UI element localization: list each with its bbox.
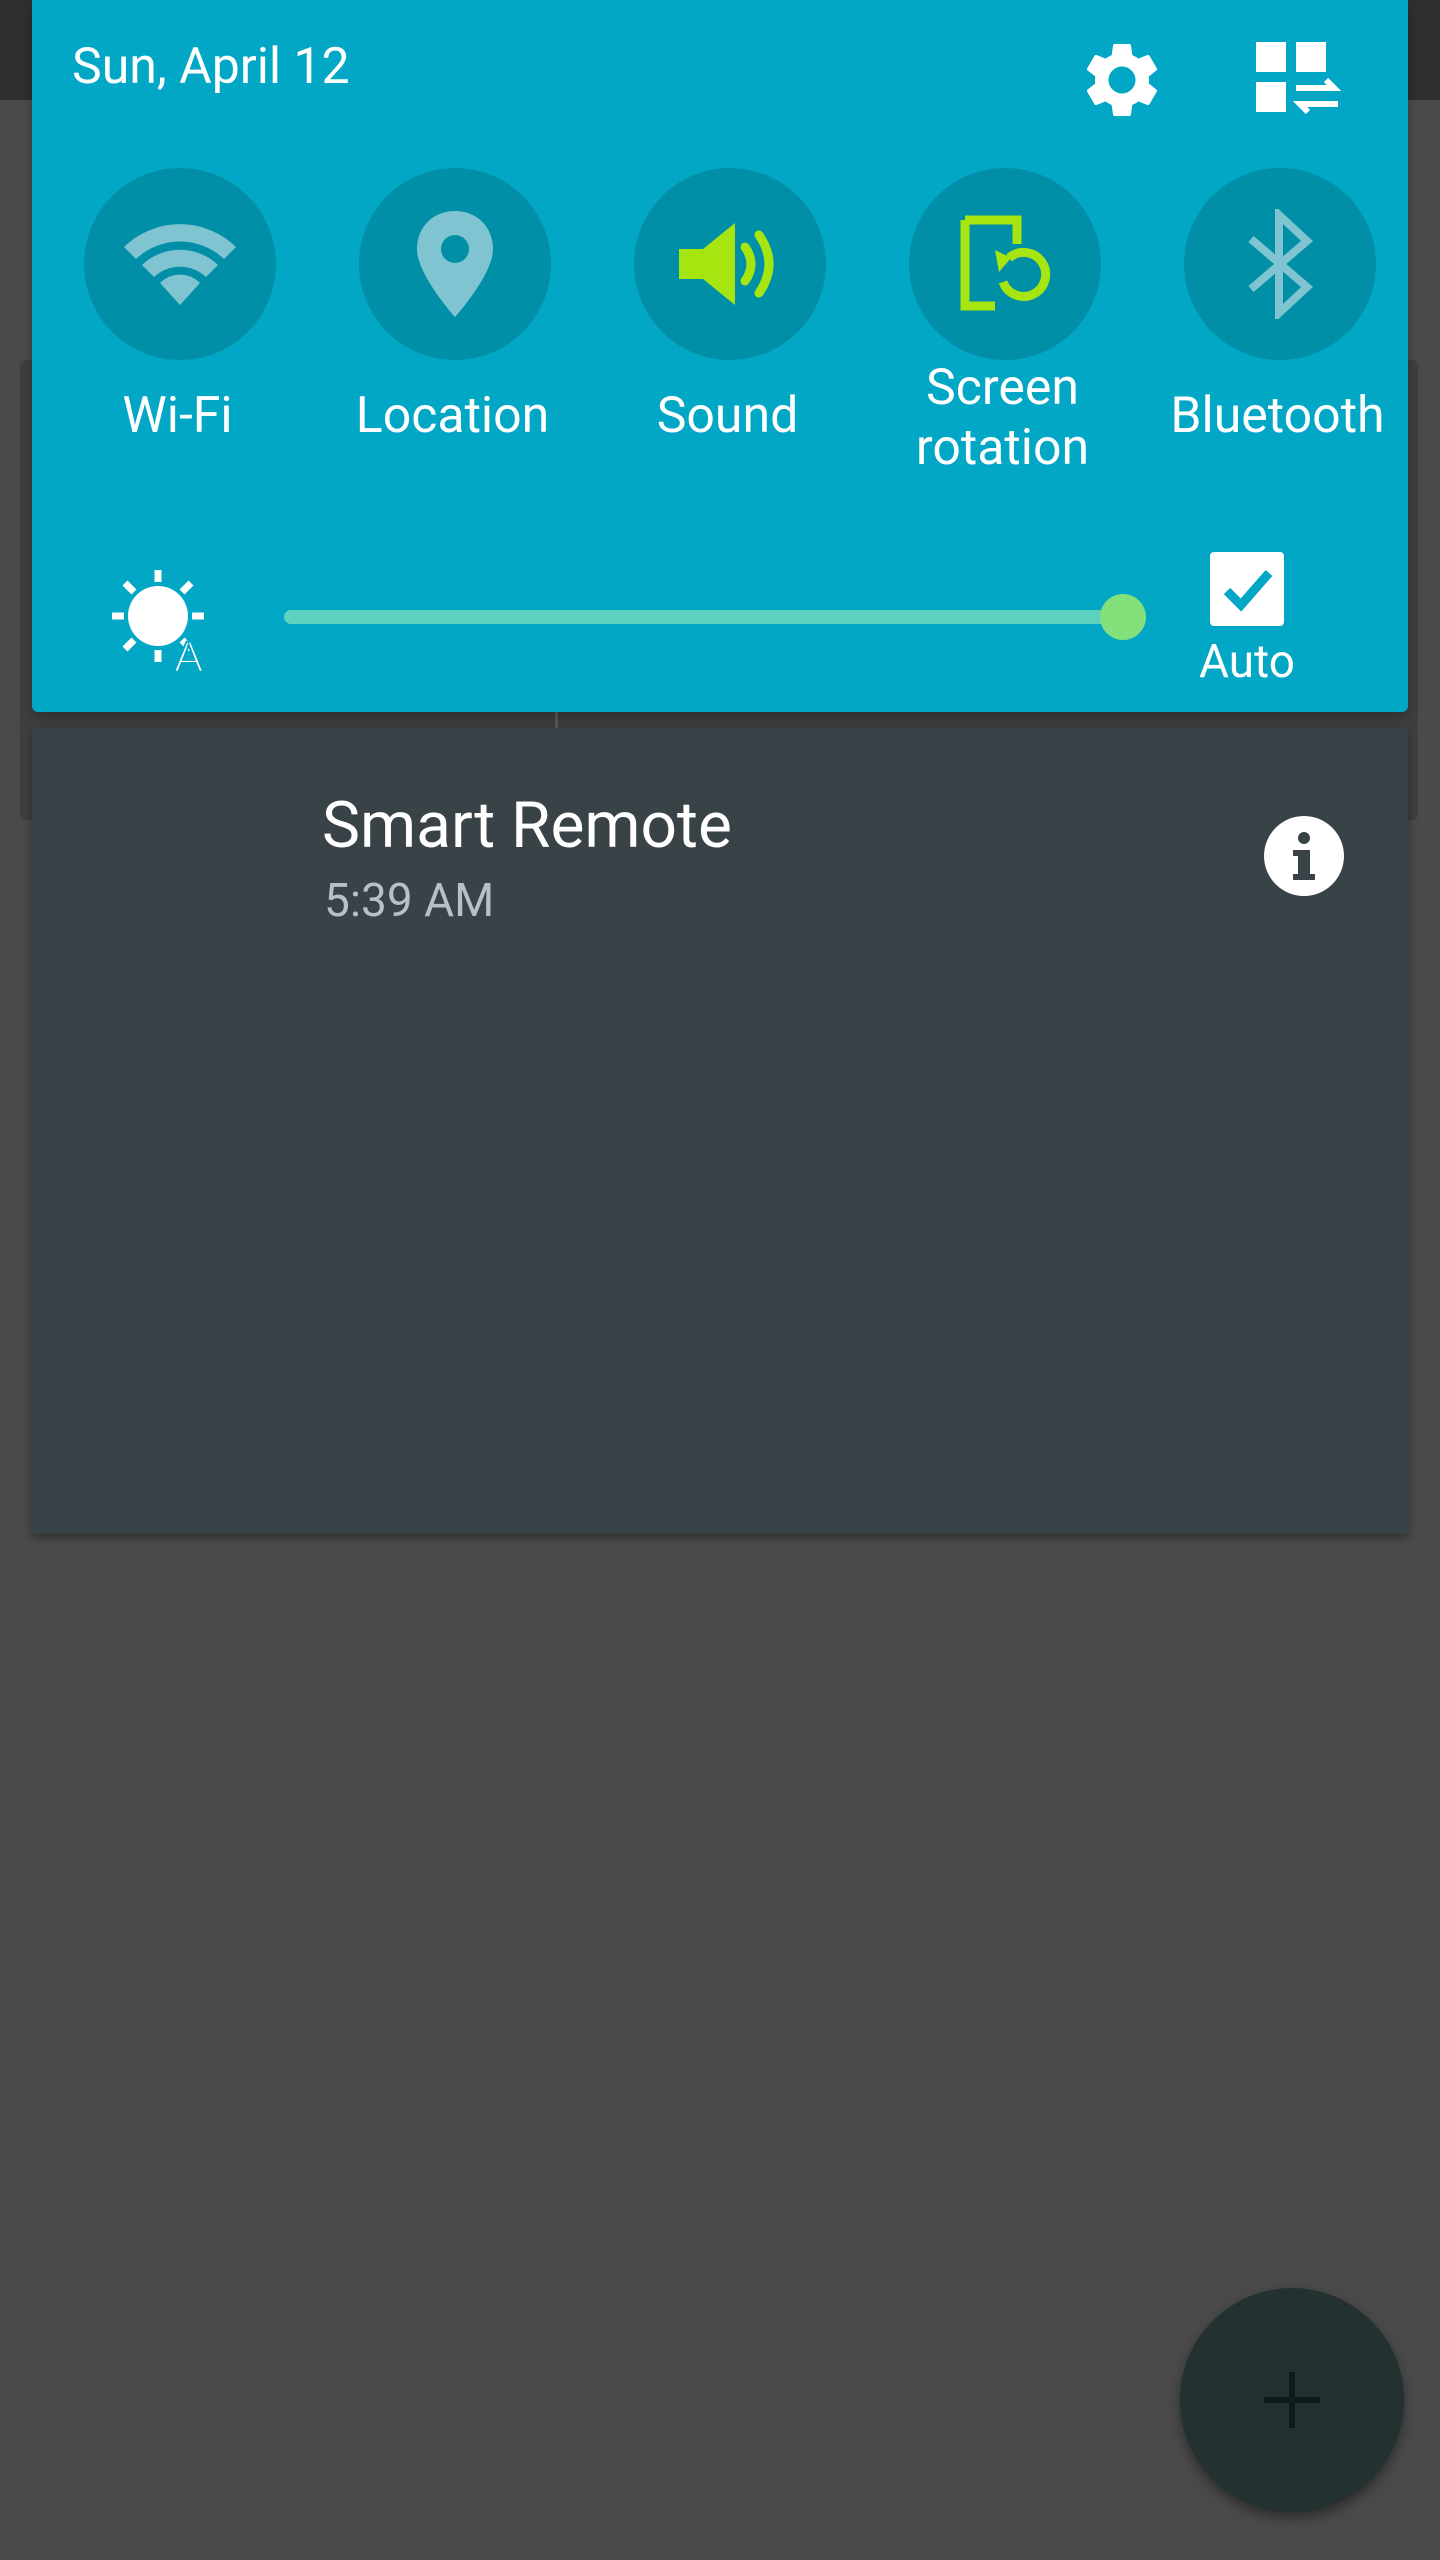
sound-label: Sound — [656, 387, 799, 445]
notification-time: 5:39 AM — [324, 874, 495, 928]
wifi-toggle-circle — [84, 168, 276, 360]
plus-icon — [1264, 2372, 1320, 2428]
bluetooth-label: Bluetooth — [1170, 387, 1385, 445]
brightness-slider-thumb[interactable] — [1100, 594, 1146, 640]
wifi-toggle[interactable]: Wi-Fi — [40, 168, 315, 508]
screen-rotation-icon — [960, 215, 1051, 311]
sound-toggle[interactable]: Sound — [590, 168, 865, 508]
location-toggle-circle — [359, 168, 551, 360]
info-icon — [1293, 832, 1315, 880]
location-toggle[interactable]: Location — [315, 168, 590, 508]
location-label: Location — [355, 387, 550, 445]
screen-rotation-toggle[interactable]: Screen rotation — [865, 168, 1140, 508]
auto-brightness-label: Auto — [1199, 635, 1295, 689]
add-fab-button[interactable] — [1180, 2288, 1404, 2512]
screen-rotation-label: Screen rotation — [915, 359, 1090, 477]
smart-remote-notification[interactable]: Smart Remote 5:39 AM — [32, 728, 1408, 1534]
date-label: Sun, April 12 — [72, 38, 350, 96]
auto-brightness-icon: A — [112, 570, 205, 678]
gear-icon — [1086, 43, 1158, 116]
wifi-label: Wi-Fi — [122, 387, 233, 445]
checkmark-icon — [1223, 570, 1273, 612]
notification-title: Smart Remote — [322, 788, 732, 863]
settings-button[interactable] — [1072, 30, 1172, 130]
brightness-slider[interactable] — [284, 610, 1124, 624]
location-pin-icon — [417, 211, 493, 317]
bluetooth-toggle-circle — [1184, 168, 1376, 360]
quick-settings-panel: Sun, April 12 Wi-Fi Location Sound Scree… — [32, 0, 1408, 712]
wifi-icon — [124, 224, 236, 305]
auto-brightness-checkbox[interactable] — [1210, 552, 1284, 626]
bluetooth-icon — [1248, 209, 1314, 319]
sound-toggle-circle — [634, 168, 826, 360]
edit-quick-settings-button[interactable] — [1242, 30, 1352, 130]
notification-info-button[interactable] — [1264, 816, 1344, 896]
bluetooth-toggle[interactable]: Bluetooth — [1140, 168, 1415, 508]
svg-text:A: A — [174, 633, 204, 678]
grid-edit-icon — [1256, 42, 1342, 115]
screen-rotation-toggle-circle — [909, 168, 1101, 360]
speaker-icon — [679, 223, 774, 305]
